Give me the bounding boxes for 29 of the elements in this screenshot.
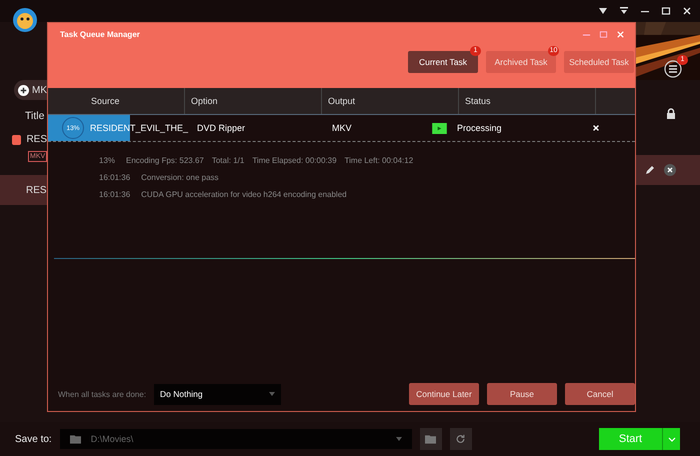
dialog-title: Task Queue Manager — [60, 30, 140, 39]
log-message: Conversion: one pass — [141, 173, 219, 182]
log-time: 16:01:36 — [99, 190, 130, 199]
log-stat: Time Left: 00:04:12 — [344, 156, 414, 165]
when-done-select[interactable]: Do Nothing — [154, 384, 282, 404]
path-field[interactable]: D:\Movies\ — [60, 429, 412, 449]
column-header[interactable]: Output — [322, 88, 459, 114]
tab[interactable]: Current Task — [408, 51, 478, 73]
title-label: Title — [25, 110, 44, 122]
status-cell: Processing — [457, 123, 502, 133]
queued-item-name: RES — [26, 184, 47, 196]
save-to-label: Save to: — [15, 434, 52, 444]
log-stat: Time Elapsed: 00:00:39 — [252, 156, 337, 165]
column-header[interactable]: Option — [185, 88, 322, 114]
log-stat: Total: 1/1 — [212, 156, 244, 165]
title-name: RES — [26, 134, 47, 145]
column-header[interactable]: Source — [48, 88, 185, 114]
log-time: 16:01:36 — [99, 173, 130, 182]
log-message: CUDA GPU acceleration for video h264 encoding enabled — [141, 190, 347, 199]
add-button[interactable]: MK — [14, 80, 47, 100]
column-header[interactable]: Status — [459, 88, 596, 114]
log-stat: 13% — [99, 156, 116, 165]
action-button[interactable]: Pause — [487, 383, 557, 405]
action-button[interactable]: Cancel — [565, 383, 635, 405]
log-stat: Encoding Fps: 523.67 — [126, 156, 204, 165]
action-button[interactable]: Continue Later — [409, 383, 479, 405]
queued-item-bar[interactable]: RES — [0, 175, 47, 205]
when-done-label: When all tasks are done: — [58, 390, 146, 398]
output-cell-text: MKV — [331, 123, 353, 133]
